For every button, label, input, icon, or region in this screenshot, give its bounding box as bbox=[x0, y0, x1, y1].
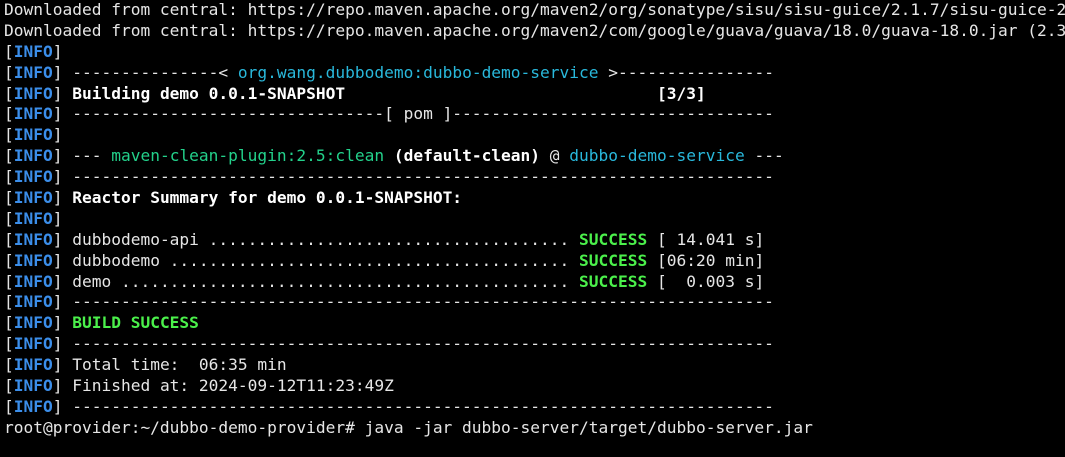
info-tag: [INFO] bbox=[4, 334, 63, 354]
info-label: INFO bbox=[13, 83, 53, 103]
plugin-suffix: --- bbox=[744, 146, 784, 166]
module-time: [ 0.003 s] bbox=[647, 271, 765, 291]
terminal-line-separator: [INFO] ---------------------------------… bbox=[4, 167, 1065, 188]
terminal-line-info-empty: [INFO] bbox=[4, 125, 1065, 146]
terminal-line-download-1: Downloaded from central: https://repo.ma… bbox=[4, 0, 1065, 21]
module-name: dubbodemo-api ..........................… bbox=[62, 229, 580, 249]
terminal-line-project-header: [INFO] ---------------< org.wang.dubbode… bbox=[4, 63, 1065, 84]
total-time-text: Total time: 06:35 min bbox=[62, 355, 287, 375]
info-tag: [INFO] bbox=[4, 62, 63, 82]
terminal-line-prompt[interactable]: root@provider:~/dubbo-demo-provider# jav… bbox=[4, 418, 1065, 439]
terminal-line-packaging: [INFO] --------------------------------[… bbox=[4, 104, 1065, 125]
header-dashes-right: >---------------- bbox=[598, 62, 774, 82]
info-label: INFO bbox=[13, 125, 53, 145]
plugin-project: dubbo-demo-service bbox=[569, 146, 745, 166]
building-padding bbox=[345, 84, 657, 103]
terminal-line-module-result: [INFO] dubbodemo-api ...................… bbox=[4, 230, 1065, 251]
info-tag: [INFO] bbox=[4, 292, 63, 312]
info-label: INFO bbox=[13, 271, 53, 291]
info-tag: [INFO] bbox=[4, 208, 63, 228]
download-text: Downloaded from central: https://repo.ma… bbox=[4, 0, 1065, 19]
terminal-line-module-result: [INFO] dubbodemo .......................… bbox=[4, 251, 1065, 272]
building-text: Building demo 0.0.1-SNAPSHOT bbox=[62, 83, 346, 103]
reactor-summary-text: Reactor Summary for demo 0.0.1-SNAPSHOT: bbox=[62, 188, 463, 208]
info-label: INFO bbox=[13, 167, 53, 187]
shell-prompt: root@provider:~/dubbo-demo-provider# bbox=[4, 417, 365, 437]
terminal-line-info-empty: [INFO] bbox=[4, 209, 1065, 230]
module-time: [06:20 min] bbox=[647, 250, 765, 270]
info-label: INFO bbox=[13, 62, 53, 82]
terminal-window[interactable]: Downloaded from central: https://repo.ma… bbox=[0, 0, 1065, 457]
info-label: INFO bbox=[13, 376, 53, 396]
info-tag: [INFO] bbox=[4, 271, 63, 291]
module-status: SUCCESS bbox=[579, 229, 648, 249]
terminal-line-reactor-summary: [INFO] Reactor Summary for demo 0.0.1-SN… bbox=[4, 188, 1065, 209]
info-tag: [INFO] bbox=[4, 229, 63, 249]
module-status: SUCCESS bbox=[579, 250, 648, 270]
info-label: INFO bbox=[13, 313, 53, 333]
terminal-line-separator: [INFO] ---------------------------------… bbox=[4, 292, 1065, 313]
terminal-line-finished-at: [INFO] Finished at: 2024-09-12T11:23:49Z bbox=[4, 376, 1065, 397]
info-label: INFO bbox=[13, 396, 53, 416]
info-label: INFO bbox=[13, 208, 53, 228]
module-counter: [3/3] bbox=[657, 83, 706, 103]
info-tag: [INFO] bbox=[4, 188, 63, 208]
plugin-at: @ bbox=[540, 146, 570, 166]
info-label: INFO bbox=[13, 334, 53, 354]
info-tag: [INFO] bbox=[4, 125, 63, 145]
module-status: SUCCESS bbox=[579, 271, 648, 291]
terminal-line-separator: [INFO] ---------------------------------… bbox=[4, 397, 1065, 418]
artifact-id: org.wang.dubbodemo:dubbo-demo-service bbox=[237, 62, 599, 82]
info-label: INFO bbox=[13, 188, 53, 208]
plugin-goal: maven-clean-plugin:2.5:clean bbox=[111, 146, 385, 166]
info-label: INFO bbox=[13, 104, 53, 124]
info-tag: [INFO] bbox=[4, 104, 63, 124]
separator-dashes: ----------------------------------------… bbox=[62, 292, 774, 312]
terminal-line-build-success: [INFO] BUILD SUCCESS bbox=[4, 313, 1065, 334]
download-text: Downloaded from central: https://repo.ma… bbox=[4, 20, 1065, 40]
separator-dashes: ----------------------------------------… bbox=[62, 334, 774, 354]
execution-id: (default-clean) bbox=[384, 146, 541, 166]
terminal-line-plugin: [INFO] --- maven-clean-plugin:2.5:clean … bbox=[4, 146, 1065, 167]
packaging-text: --------------------------------[ pom ]-… bbox=[62, 104, 774, 124]
terminal-line-separator: [INFO] ---------------------------------… bbox=[4, 334, 1065, 355]
info-tag: [INFO] bbox=[4, 83, 63, 103]
module-name: dubbodemo ..............................… bbox=[62, 250, 580, 270]
info-tag: [INFO] bbox=[4, 250, 63, 270]
info-label: INFO bbox=[13, 146, 53, 166]
terminal-line-total-time: [INFO] Total time: 06:35 min bbox=[4, 355, 1065, 376]
plugin-prefix: --- bbox=[62, 146, 112, 166]
info-tag: [INFO] bbox=[4, 313, 63, 333]
info-label: INFO bbox=[13, 41, 53, 61]
info-tag: [INFO] bbox=[4, 396, 63, 416]
info-label: INFO bbox=[13, 250, 53, 270]
terminal-line-info-empty: [INFO] bbox=[4, 42, 1065, 63]
finished-at-text: Finished at: 2024-09-12T11:23:49Z bbox=[62, 376, 394, 396]
info-label: INFO bbox=[13, 355, 53, 375]
separator-dashes: ----------------------------------------… bbox=[62, 396, 774, 416]
info-label: INFO bbox=[13, 229, 53, 249]
info-tag: [INFO] bbox=[4, 41, 63, 61]
separator-dashes: ----------------------------------------… bbox=[62, 167, 774, 187]
command-input[interactable]: java -jar dubbo-server/target/dubbo-serv… bbox=[365, 418, 813, 437]
header-dashes-left: ---------------< bbox=[62, 62, 238, 82]
info-tag: [INFO] bbox=[4, 376, 63, 396]
build-success-text: BUILD SUCCESS bbox=[62, 313, 199, 333]
terminal-line-download-2: Downloaded from central: https://repo.ma… bbox=[4, 21, 1065, 42]
module-time: [ 14.041 s] bbox=[647, 229, 765, 249]
info-tag: [INFO] bbox=[4, 146, 63, 166]
terminal-line-building: [INFO] Building demo 0.0.1-SNAPSHOT [3/3… bbox=[4, 84, 1065, 105]
info-tag: [INFO] bbox=[4, 167, 63, 187]
terminal-line-module-result: [INFO] demo ............................… bbox=[4, 272, 1065, 293]
info-label: INFO bbox=[13, 292, 53, 312]
info-tag: [INFO] bbox=[4, 355, 63, 375]
module-name: demo ...................................… bbox=[62, 271, 580, 291]
